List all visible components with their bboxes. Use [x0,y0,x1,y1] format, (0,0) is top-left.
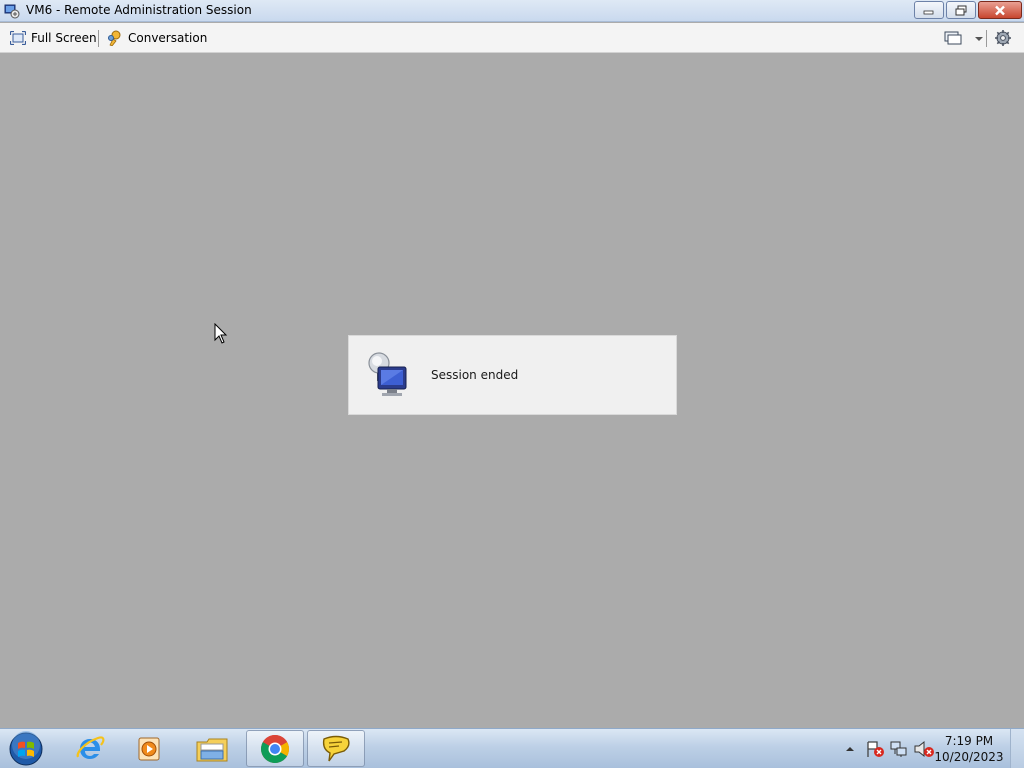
chrome-icon [261,734,289,763]
taskbar-clock[interactable]: 7:19 PM 10/20/2023 [934,733,1004,765]
remote-desktop-area[interactable]: Session ended [0,54,1024,728]
taskbar-chrome[interactable] [246,730,304,767]
minimize-button[interactable] [914,1,944,19]
fullscreen-icon [10,31,26,45]
toolbar-divider-right [986,30,987,47]
chat-bubble-icon [322,735,350,761]
monitor-icon [944,31,962,45]
session-status-message: Session ended [431,368,519,382]
session-ended-panel: Session ended [348,335,677,415]
mouse-pointer-icon [214,323,228,344]
clock-date: 10/20/2023 [934,750,1004,764]
toolbar-divider [98,30,99,47]
internet-explorer-icon [76,735,105,759]
full-screen-button[interactable]: Full Screen [10,29,97,47]
close-icon [995,5,1005,15]
system-tray [843,729,935,768]
settings-icon [995,30,1011,46]
windows-taskbar: 7:19 PM 10/20/2023 [0,728,1024,768]
windows-start-icon [9,731,43,766]
show-hidden-icons-arrow[interactable] [843,742,857,756]
conversation-label: Conversation [128,31,208,45]
taskbar-media-player[interactable] [120,730,178,767]
disconnected-computer-icon [366,351,412,399]
close-button[interactable] [978,1,1022,19]
taskbar-internet-explorer[interactable] [61,730,119,767]
restore-button[interactable] [946,1,976,19]
minimize-icon [923,10,934,15]
file-explorer-icon [196,738,228,761]
chevron-down-icon[interactable] [972,30,986,46]
settings-button[interactable] [994,29,1012,47]
clock-time: 7:19 PM [944,734,994,748]
show-desktop-button[interactable] [1010,729,1024,768]
window-titlebar[interactable]: VM6 - Remote Administration Session [0,0,1024,22]
action-center-flag-icon[interactable] [865,740,885,758]
display-options-button[interactable] [944,29,986,47]
taskbar-conversation-app[interactable] [307,730,365,767]
volume-muted-icon[interactable] [913,740,935,758]
full-screen-label: Full Screen [31,31,97,45]
conversation-icon [108,30,121,46]
window-title: VM6 - Remote Administration Session [26,3,252,17]
conversation-button[interactable]: Conversation [107,29,207,47]
taskbar-file-explorer[interactable] [183,730,241,767]
start-button[interactable] [6,731,46,767]
media-player-icon [138,737,160,760]
session-toolbar: Full Screen Conversation [0,23,1024,53]
network-icon[interactable] [889,740,909,758]
remote-admin-icon [4,3,20,19]
restore-icon [955,5,967,15]
